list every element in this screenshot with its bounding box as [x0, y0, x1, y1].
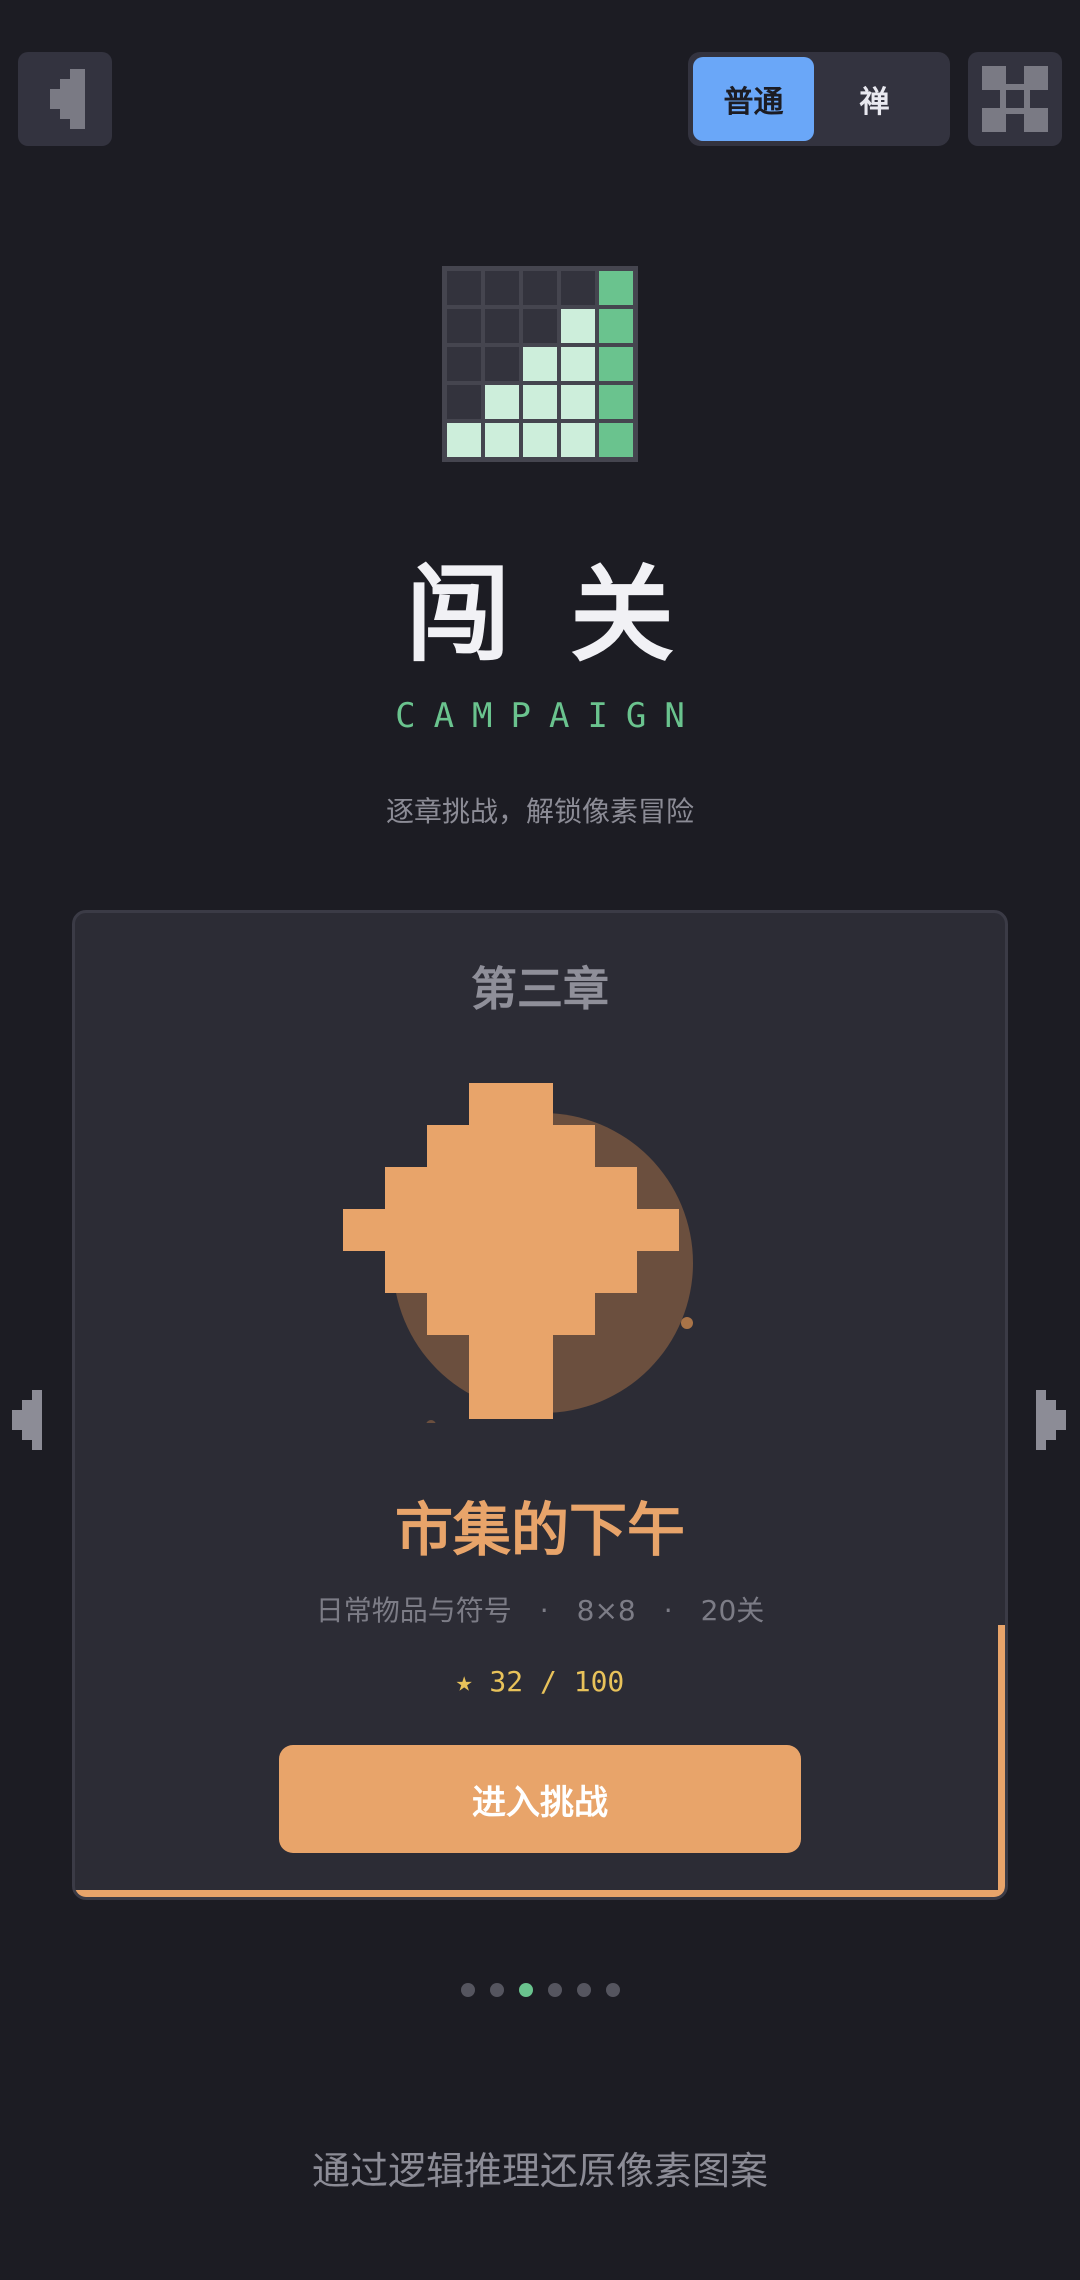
- chapter-grid-size: 8×8: [576, 1594, 636, 1627]
- logo-grid-cell: [561, 347, 595, 381]
- pager-dot[interactable]: [489, 1983, 504, 1997]
- logo-grid-cell: [447, 423, 481, 457]
- nonogram-grid-icon: [442, 266, 638, 462]
- logo-grid-cell: [485, 423, 519, 457]
- logo-grid-cell: [523, 271, 557, 305]
- chapter-stars: ★ 32 / 100: [455, 1665, 625, 1698]
- logo-grid-cell: [561, 271, 595, 305]
- logo-grid-cell: [447, 271, 481, 305]
- fullscreen-button[interactable]: [968, 52, 1062, 146]
- logo-grid-cell: [485, 309, 519, 343]
- footer-hint: 通过逻辑推理还原像素图案: [311, 2149, 768, 2193]
- logo-grid-cell: [599, 423, 633, 457]
- mode-zen-button[interactable]: 禅: [814, 57, 935, 141]
- logo-grid-cell: [523, 347, 557, 381]
- logo-grid-cell: [447, 309, 481, 343]
- back-button[interactable]: [18, 52, 112, 146]
- page-subtitle: CAMPAIGN: [395, 696, 703, 736]
- chapter-meta: 日常物品与符号 · 8×8 · 20关: [315, 1594, 765, 1627]
- chapter-pager: [0, 1983, 1080, 1997]
- prev-chapter-arrow-icon[interactable]: [12, 1390, 42, 1450]
- chapter-level-count: 20关: [700, 1594, 765, 1627]
- mode-normal-button[interactable]: 普通: [693, 57, 814, 141]
- logo-grid-cell: [561, 385, 595, 419]
- pixel-compass-star-icon: [343, 1083, 693, 1423]
- chapter-name: 市集的下午: [394, 1496, 685, 1564]
- pager-dot[interactable]: [460, 1983, 475, 1997]
- logo-grid-cell: [447, 347, 481, 381]
- logo-grid-cell: [523, 309, 557, 343]
- pager-dot[interactable]: [576, 1983, 591, 1997]
- next-chapter-arrow-icon[interactable]: [1036, 1390, 1066, 1450]
- logo-grid-cell: [523, 385, 557, 419]
- chapter-label: 第三章: [471, 962, 609, 1016]
- logo-grid-cell: [599, 271, 633, 305]
- pager-dot[interactable]: [605, 1983, 620, 1997]
- page-title: 闯关: [405, 554, 734, 676]
- page-tagline: 逐章挑战，解锁像素冒险: [385, 795, 694, 828]
- pixel-left-arrow-icon: [50, 69, 85, 129]
- logo-grid-cell: [561, 423, 595, 457]
- logo-grid-cell: [523, 423, 557, 457]
- logo-grid-cell: [599, 347, 633, 381]
- logo-grid-cell: [561, 309, 595, 343]
- pager-dot[interactable]: [518, 1983, 533, 1997]
- enter-challenge-button[interactable]: 进入挑战: [279, 1745, 801, 1853]
- chapter-card[interactable]: 第三章 市集的下午 日常物品与符号 · 8×8 · 20关 ★ 32 / 100 进入挑…: [72, 910, 1008, 1900]
- logo-grid-cell: [447, 385, 481, 419]
- logo-grid-cell: [599, 309, 633, 343]
- mode-toggle: 普通 禅: [688, 52, 950, 146]
- logo-grid-cell: [599, 385, 633, 419]
- logo-grid-cell: [485, 385, 519, 419]
- logo-grid-cell: [485, 347, 519, 381]
- progress-accent-bottom: [75, 1890, 1005, 1897]
- campaign-screen: 普通 禅 闯关 CAMPAIGN 逐章挑战，解锁像素冒险 第三章 市集的下午 日…: [0, 0, 1080, 2280]
- logo-grid-cell: [485, 271, 519, 305]
- pixel-fullscreen-icon: [982, 66, 1048, 132]
- pager-dot[interactable]: [547, 1983, 562, 1997]
- chapter-category: 日常物品与符号: [315, 1594, 512, 1627]
